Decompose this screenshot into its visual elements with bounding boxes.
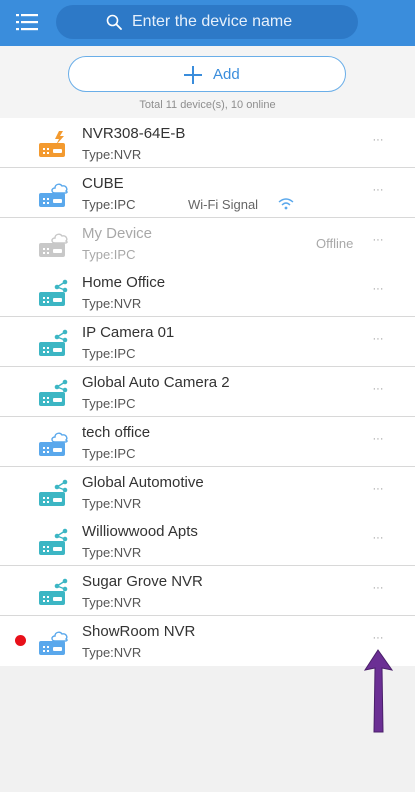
device-name: CUBE <box>82 174 124 192</box>
cloud-device-icon <box>39 432 68 456</box>
device-name: Sugar Grove NVR <box>82 573 203 591</box>
device-type: Type:IPC <box>82 346 136 362</box>
device-row[interactable]: My Device Type:IPC Offline ··· <box>0 217 415 268</box>
more-options-button[interactable]: ··· <box>368 132 388 148</box>
cloud-device-icon <box>39 183 68 207</box>
status-label: Offline <box>316 235 354 251</box>
device-row[interactable]: CUBE Type:IPC Wi-Fi Signal ··· <box>0 167 415 218</box>
device-name: ShowRoom NVR <box>82 623 196 640</box>
add-device-button[interactable]: Add <box>68 56 346 92</box>
more-options-button[interactable]: ··· <box>368 381 388 397</box>
device-type: Type:NVR <box>82 147 142 162</box>
device-row[interactable]: Global Automotive Type:NVR ··· <box>0 466 415 517</box>
more-options-button[interactable]: ··· <box>368 232 388 248</box>
device-name: tech office <box>82 423 151 441</box>
device-type: Type:NVR <box>82 296 142 312</box>
device-name: NVR308-64E-B <box>82 125 186 142</box>
device-row[interactable]: ShowRoom NVR Type:NVR ··· <box>0 616 415 666</box>
device-type: Type:IPC <box>82 396 136 411</box>
wifi-signal-label: Wi-Fi Signal <box>188 196 259 212</box>
device-row[interactable]: Home Office Type:NVR ··· <box>0 267 415 318</box>
cloud-device-offline-icon <box>39 233 68 257</box>
device-row[interactable]: Williowwood Apts Type:NVR ··· <box>0 516 415 567</box>
device-type: Type:NVR <box>82 645 142 660</box>
more-options-button[interactable]: ··· <box>368 630 388 646</box>
device-type: Type:IPC <box>82 196 136 212</box>
add-label: Add <box>213 66 240 83</box>
device-type: Type:NVR <box>82 595 142 611</box>
alert-dot <box>15 635 26 646</box>
more-options-button[interactable]: ··· <box>368 481 388 497</box>
plus-icon <box>184 66 202 84</box>
share-device-icon <box>39 479 68 506</box>
search-input[interactable]: Enter the device name <box>56 5 358 39</box>
top-bar: Enter the device name <box>0 0 415 46</box>
share-device-icon <box>39 379 68 406</box>
more-options-button[interactable]: ··· <box>368 331 388 347</box>
search-icon <box>106 14 122 30</box>
device-name: My Device <box>82 224 153 242</box>
device-type: Type:NVR <box>82 545 142 561</box>
share-device-icon <box>39 529 68 556</box>
device-type: Type:IPC <box>82 246 136 262</box>
device-type: Type:NVR <box>82 495 142 511</box>
share-device-icon <box>39 578 68 606</box>
annotation-arrow-icon <box>363 649 394 733</box>
device-row[interactable]: tech office Type:IPC ··· <box>0 416 415 467</box>
nvr-alert-icon <box>39 131 65 157</box>
device-name: Global Auto Camera 2 <box>82 374 230 391</box>
device-name: IP Camera 01 <box>82 324 175 342</box>
device-row[interactable]: Global Auto Camera 2 Type:IPC ··· <box>0 367 415 417</box>
search-placeholder: Enter the device name <box>132 13 293 30</box>
device-row[interactable]: NVR308-64E-B Type:NVR ··· <box>0 118 415 168</box>
more-options-button[interactable]: ··· <box>368 431 388 447</box>
add-section: Add Total 11 device(s), 10 online <box>0 46 415 118</box>
more-options-button[interactable]: ··· <box>368 182 388 198</box>
device-type: Type:IPC <box>82 445 136 461</box>
wifi-icon <box>278 198 294 210</box>
device-name: Home Office <box>82 274 166 292</box>
cloud-device-icon <box>39 631 68 655</box>
device-row[interactable]: IP Camera 01 Type:IPC ··· <box>0 317 415 368</box>
share-device-icon <box>39 329 68 357</box>
more-options-button[interactable]: ··· <box>368 580 388 596</box>
menu-icon[interactable] <box>16 12 38 32</box>
device-list: NVR308-64E-B Type:NVR ··· CUBE Type:IPC Wi-F… <box>0 118 415 666</box>
device-name: Global Automotive <box>82 473 204 491</box>
more-options-button[interactable]: ··· <box>368 530 388 546</box>
device-name: Williowwood Apts <box>82 523 198 541</box>
device-summary: Total 11 device(s), 10 online <box>139 99 276 111</box>
more-options-button[interactable]: ··· <box>368 281 388 297</box>
share-device-icon <box>39 280 68 307</box>
device-row[interactable]: Sugar Grove NVR Type:NVR ··· <box>0 566 415 617</box>
